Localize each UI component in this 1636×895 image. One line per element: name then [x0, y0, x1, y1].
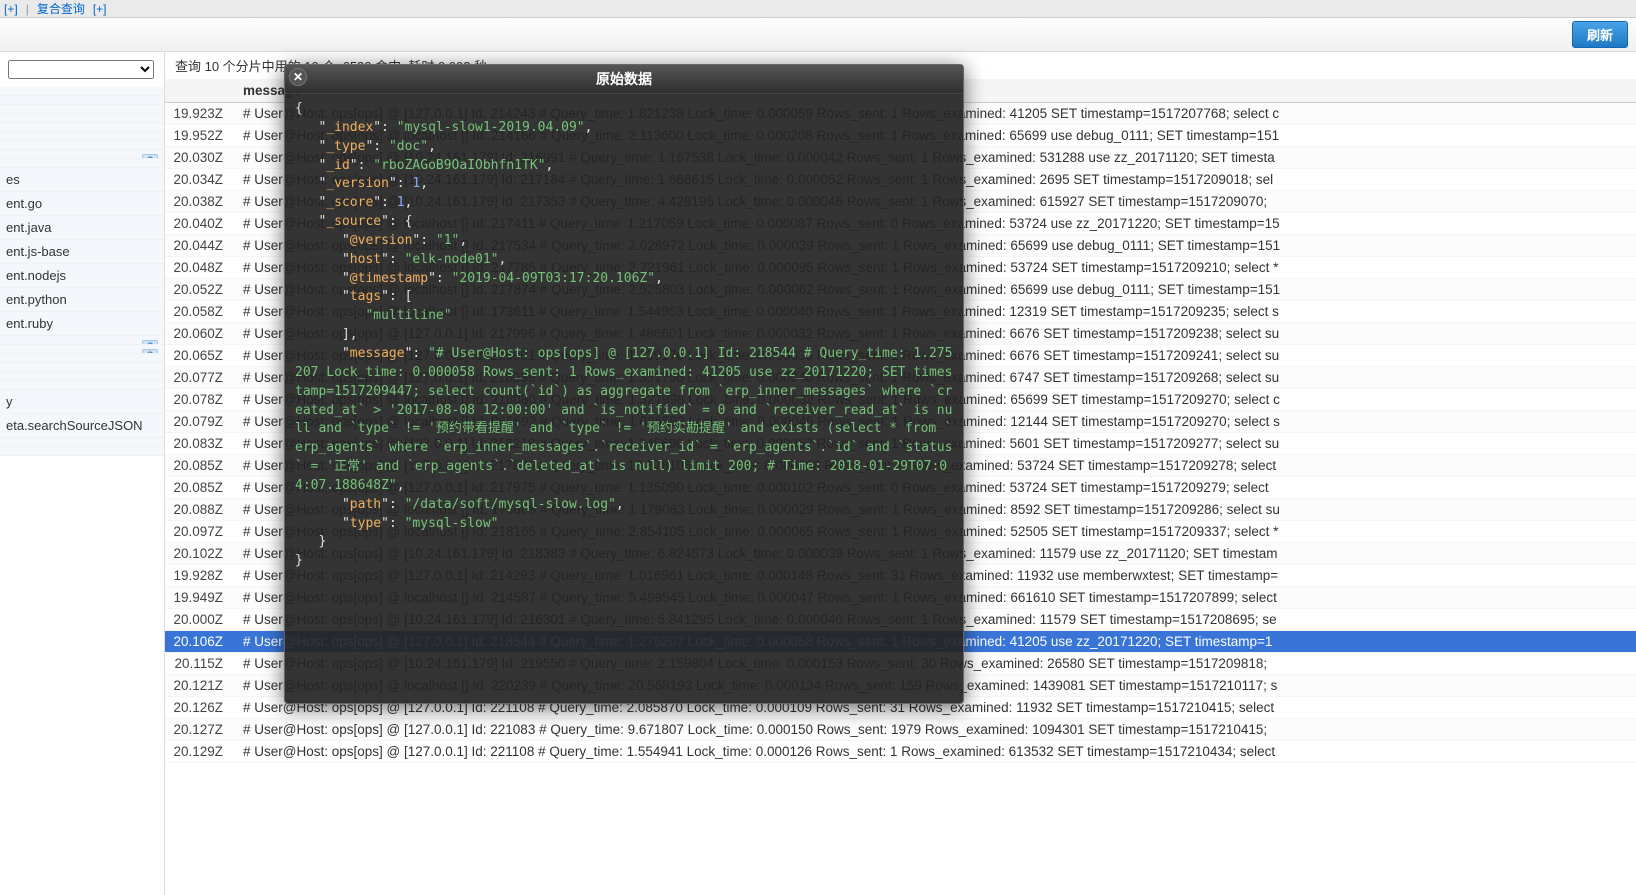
sidebar-item[interactable]: es — [0, 168, 164, 192]
cell-time: 20.060Z — [165, 323, 235, 345]
cell-time: 20.030Z — [165, 147, 235, 169]
table-row[interactable]: 20.127Z# User@Host: ops[ops] @ [127.0.0.… — [165, 719, 1636, 741]
sidebar-item[interactable] — [0, 150, 164, 159]
sidebar-item[interactable] — [0, 438, 164, 447]
sidebar-item[interactable]: ent.go — [0, 192, 164, 216]
cell-time: 20.038Z — [165, 191, 235, 213]
cell-time: 20.085Z — [165, 455, 235, 477]
sidebar-item[interactable] — [0, 447, 164, 456]
toolbar-plus-1[interactable]: [+] — [4, 2, 18, 16]
cell-time: 20.088Z — [165, 499, 235, 521]
cell-time: 20.115Z — [165, 653, 235, 675]
cell-time: 20.121Z — [165, 675, 235, 697]
cell-time: 19.949Z — [165, 587, 235, 609]
top-toolbar: [+] | 复合查询 [+] — [0, 0, 1636, 18]
tab-compound-query[interactable]: 复合查询 — [37, 0, 85, 17]
sidebar-item[interactable]: ent.js-base — [0, 240, 164, 264]
sidebar-item[interactable] — [0, 381, 164, 390]
cell-time: 20.085Z — [165, 477, 235, 499]
cell-message: # User@Host: ops[ops] @ [127.0.0.1] Id: … — [235, 741, 1636, 763]
cell-time: 20.083Z — [165, 433, 235, 455]
cell-time: 20.058Z — [165, 301, 235, 323]
cell-time: 20.127Z — [165, 719, 235, 741]
refresh-button[interactable]: 刷新 — [1572, 21, 1628, 48]
sidebar-item[interactable] — [0, 159, 164, 168]
sidebar-item[interactable]: y — [0, 390, 164, 414]
sidebar-item[interactable] — [0, 372, 164, 381]
cell-time: 20.040Z — [165, 213, 235, 235]
close-icon[interactable]: ✕ — [289, 68, 307, 86]
sidebar-item[interactable] — [0, 96, 164, 105]
sidebar-item[interactable] — [0, 141, 164, 150]
col-time[interactable] — [165, 79, 235, 103]
cell-time: 20.078Z — [165, 389, 235, 411]
sidebar-item[interactable] — [0, 123, 164, 132]
sidebar-list: esent.goent.javaent.js-baseent.nodejsent… — [0, 87, 164, 456]
cell-time: 20.077Z — [165, 367, 235, 389]
sidebar-item[interactable] — [0, 336, 164, 345]
cell-time: 19.923Z — [165, 103, 235, 125]
sidebar: esent.goent.javaent.js-baseent.nodejsent… — [0, 52, 165, 895]
sidebar-item[interactable]: ent.python — [0, 288, 164, 312]
raw-data-modal: ✕ 原始数据 { "_index": "mysql-slow1-2019.04.… — [284, 64, 964, 704]
sidebar-item[interactable] — [0, 132, 164, 141]
cell-time: 20.034Z — [165, 169, 235, 191]
cell-time: 20.079Z — [165, 411, 235, 433]
cell-time: 20.129Z — [165, 741, 235, 763]
cell-time: 20.102Z — [165, 543, 235, 565]
sidebar-item[interactable] — [0, 354, 164, 363]
sidebar-item[interactable]: ent.nodejs — [0, 264, 164, 288]
modal-title: 原始数据 — [596, 71, 652, 87]
cell-time: 20.097Z — [165, 521, 235, 543]
modal-body[interactable]: { "_index": "mysql-slow1-2019.04.09", "_… — [285, 94, 963, 703]
cell-time: 20.065Z — [165, 345, 235, 367]
toolbar-sep: | — [26, 2, 29, 16]
cell-time: 20.126Z — [165, 697, 235, 719]
sidebar-item[interactable]: ent.ruby — [0, 312, 164, 336]
cell-time: 20.048Z — [165, 257, 235, 279]
cell-time: 19.952Z — [165, 125, 235, 147]
cell-time: 19.928Z — [165, 565, 235, 587]
toolbar-plus-2[interactable]: [+] — [93, 2, 107, 16]
cell-time: 20.052Z — [165, 279, 235, 301]
sidebar-item[interactable] — [0, 114, 164, 123]
sidebar-item[interactable]: eta.searchSourceJSON — [0, 414, 164, 438]
sidebar-item[interactable]: ent.java — [0, 216, 164, 240]
refresh-row: 刷新 — [0, 18, 1636, 52]
cell-time: 20.106Z — [165, 631, 235, 653]
sidebar-dropdown[interactable] — [8, 60, 154, 79]
sidebar-item[interactable] — [0, 87, 164, 96]
table-row[interactable]: 20.129Z# User@Host: ops[ops] @ [127.0.0.… — [165, 741, 1636, 763]
cell-time: 20.000Z — [165, 609, 235, 631]
cell-time: 20.044Z — [165, 235, 235, 257]
modal-header: ✕ 原始数据 — [285, 65, 963, 94]
sidebar-item[interactable] — [0, 345, 164, 354]
cell-message: # User@Host: ops[ops] @ [127.0.0.1] Id: … — [235, 719, 1636, 741]
sidebar-item[interactable] — [0, 105, 164, 114]
sidebar-item[interactable] — [0, 363, 164, 372]
